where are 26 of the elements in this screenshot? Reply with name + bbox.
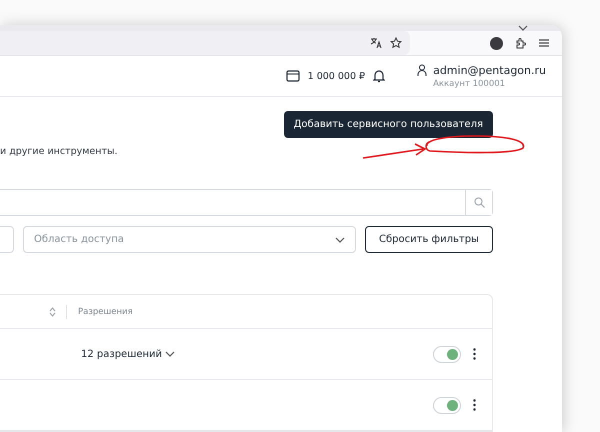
- balance-text: 1 000 000 ₽: [308, 70, 366, 82]
- more-options-icon[interactable]: [473, 399, 476, 411]
- add-service-user-button[interactable]: Добавить сервисного пользователя: [284, 111, 493, 138]
- chevron-down-icon: [165, 351, 176, 357]
- search-field[interactable]: [0, 189, 493, 216]
- enabled-toggle[interactable]: [433, 396, 461, 414]
- chevron-down-icon: [335, 236, 345, 242]
- star-icon[interactable]: [390, 37, 402, 49]
- puzzle-icon[interactable]: [515, 37, 527, 49]
- reset-filters-button[interactable]: Сбросить фильтры: [365, 226, 493, 253]
- account-number: Аккаунт 100001: [433, 78, 506, 88]
- user-email: admin@pentagon.ru: [433, 64, 546, 76]
- more-options-icon[interactable]: [473, 348, 476, 360]
- search-icon: [474, 197, 484, 208]
- wallet-icon[interactable]: [286, 70, 300, 82]
- profile-badge-icon[interactable]: [490, 36, 503, 50]
- permissions-dropdown[interactable]: 12 разрешений: [81, 348, 176, 360]
- translate-icon[interactable]: [370, 37, 382, 49]
- tab-list-chevron-icon[interactable]: [518, 25, 528, 31]
- bell-icon[interactable]: [373, 69, 386, 83]
- menu-icon[interactable]: [539, 39, 549, 47]
- column-header: Разрешения: [78, 306, 133, 316]
- user-icon[interactable]: [417, 64, 428, 76]
- enabled-toggle[interactable]: [433, 346, 461, 362]
- description-text: и другие инструменты.: [0, 146, 119, 157]
- sort-icon[interactable]: [49, 306, 56, 316]
